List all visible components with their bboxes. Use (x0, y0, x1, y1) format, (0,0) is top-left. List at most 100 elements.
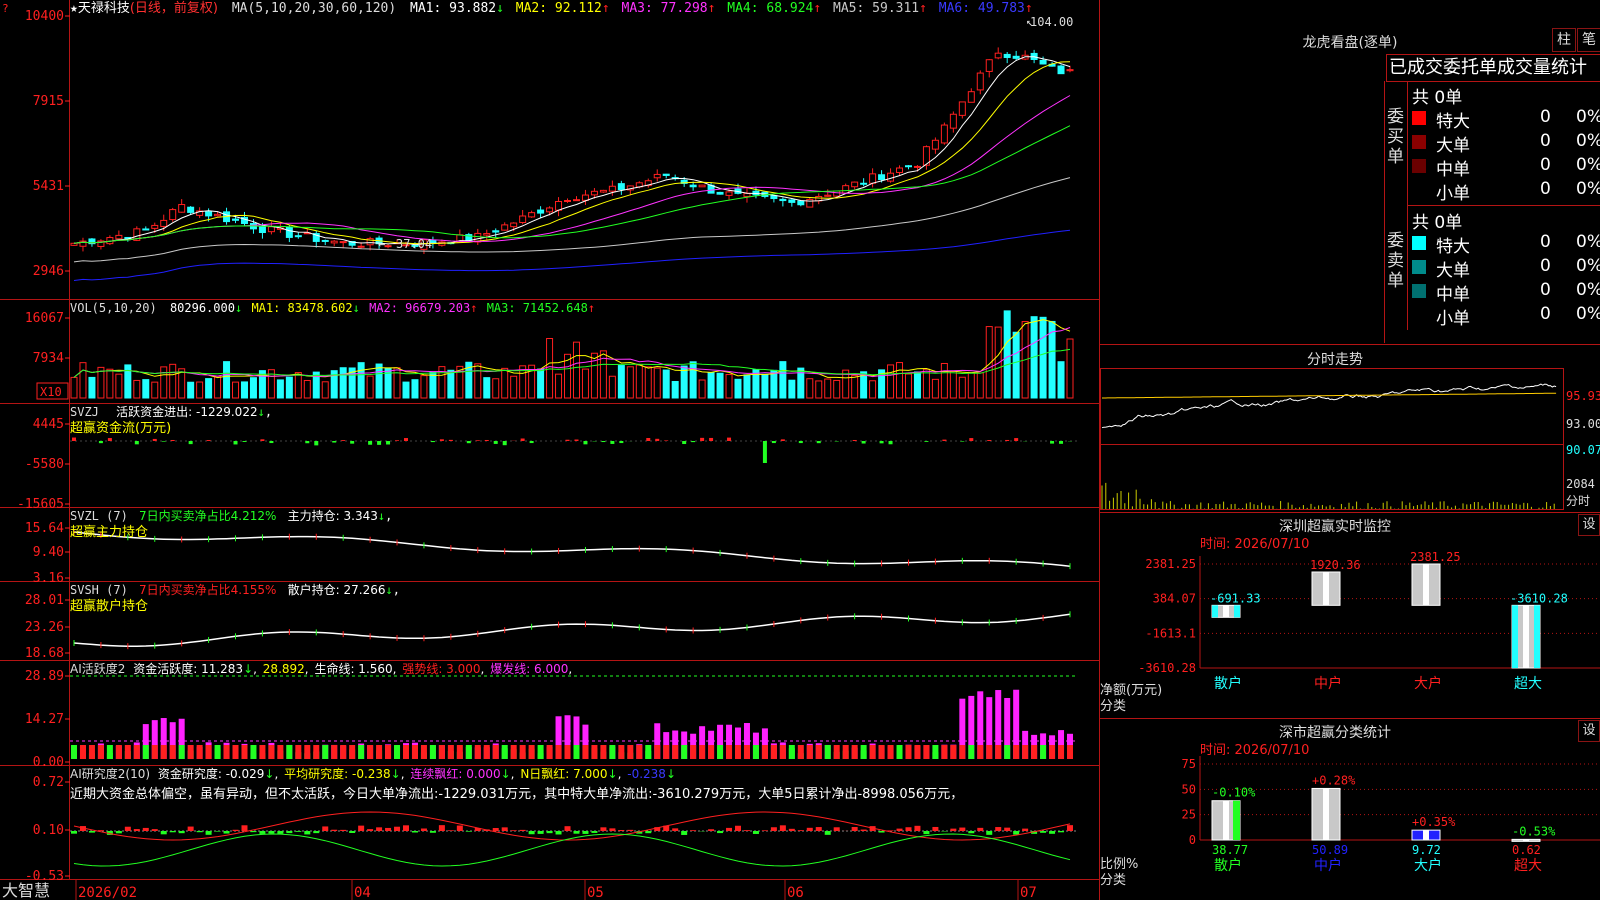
candle (581, 194, 589, 201)
activity-base (1004, 745, 1011, 759)
flow-bar (852, 439, 857, 441)
y-tick-label: -1613.1 (1145, 626, 1196, 640)
bar-mode-button[interactable]: 柱 (1552, 28, 1576, 52)
svg-text:SVSH (7) 7日内买卖净占比4.155%: SVSH (7) 7日内买卖净占比4.155% 散户持仓: 27.266↓, (70, 582, 400, 597)
flow-bar (574, 439, 579, 441)
activity-base (322, 745, 329, 759)
volume-bar (743, 374, 751, 399)
row-name: 小单 (1436, 184, 1470, 204)
activity-base (1022, 745, 1029, 759)
ma-line (73, 229, 1071, 281)
research-bar (501, 827, 508, 831)
monitor-chart[interactable]: 时间: 2026/07/10 净额(万元) 分类 2381.25 384.07 -1… (1100, 534, 1600, 718)
activity-base (609, 745, 616, 759)
flow-bar (404, 438, 408, 441)
candle (555, 201, 563, 211)
buy-block: 共 0单 特大 0 0% 大单 0 0% 中单 0 0% 小单 0 0% (1407, 81, 1600, 206)
classify-chart[interactable]: 时间: 2026/07/10 比例% 分类 75 50 25 0 38.77 -0.10%… (1100, 740, 1600, 900)
row-name: 中单 (1436, 285, 1470, 305)
candle (797, 200, 805, 206)
pen-mode-button[interactable]: 笔 (1577, 28, 1600, 52)
intraday-chart[interactable]: 95.93 93.00 90.07 2084 分时 (1100, 368, 1600, 512)
row-percent: 0% (1576, 107, 1600, 127)
activity-base (699, 745, 706, 759)
y-tick-label: 28.01 (25, 593, 64, 608)
candle (985, 59, 993, 72)
svzl-panel[interactable] (73, 529, 1071, 570)
y-tick-label: -15605 (17, 497, 64, 512)
candle (258, 225, 266, 234)
research-bar (968, 831, 975, 834)
row-name: 大单 (1436, 136, 1470, 156)
activity-base (178, 745, 185, 759)
activity-base (358, 745, 365, 759)
activity-base (349, 745, 356, 759)
volume-bar (949, 370, 957, 399)
activity-base (1049, 745, 1056, 759)
change-label: +0.35% (1412, 815, 1456, 829)
row-count: 0 (1540, 155, 1551, 175)
volume-panel[interactable] (70, 310, 1074, 399)
research-bar (304, 831, 311, 835)
svzj-label: 活跃资金进出: -1229.022 (116, 404, 257, 419)
monitor-settings-button[interactable]: 设 (1578, 514, 1600, 536)
flow-bar (134, 441, 139, 445)
research-bar (743, 830, 750, 831)
svsh-panel[interactable] (73, 611, 1071, 650)
flow-bar (314, 441, 319, 446)
candle (931, 139, 939, 150)
research-bar (528, 831, 535, 835)
candle (788, 199, 796, 203)
main-chart-canvas[interactable]: 10400 7915 5431 2946 16067 7934 4445 -5580 -1560… (0, 0, 1100, 900)
svzj-panel[interactable] (70, 437, 1078, 463)
value-label: -3610.28 (1510, 591, 1568, 605)
svzl-label: 7日内买卖净占比4.212% (139, 508, 276, 523)
x-tick-label: 06 (787, 885, 804, 900)
flow-bar (583, 441, 588, 445)
research-bar (277, 831, 284, 834)
svsh-subtitle: 超赢散户持仓 (70, 598, 148, 614)
ai-activity-panel[interactable] (70, 675, 1078, 759)
activity-base (124, 745, 131, 759)
candle (501, 224, 509, 231)
candle (510, 222, 518, 228)
svsh-hold: 散户持仓: 27.266 (288, 582, 386, 597)
volume-bar (707, 372, 715, 399)
activity-base (896, 745, 903, 759)
activity-base (995, 745, 1002, 759)
volume-bar (896, 362, 904, 399)
classify-settings-button[interactable]: 设 (1578, 720, 1600, 742)
research-bar (420, 828, 427, 831)
value-label: 2381.25 (1410, 550, 1461, 564)
activity-base (690, 745, 697, 759)
research-bar (205, 831, 212, 835)
flow-bar (762, 441, 767, 463)
y-tick-label: 384.07 (1153, 592, 1196, 606)
y-tick-label: 25 (1182, 808, 1196, 822)
stock-name: 天禄科技 (78, 1, 130, 16)
research-bar (824, 831, 831, 835)
volume-bar (474, 363, 482, 399)
candle (653, 173, 661, 179)
bar-accent (1212, 605, 1218, 618)
volume-bar (725, 374, 733, 399)
ai-research-panel[interactable] (70, 811, 1078, 867)
candle (617, 183, 625, 191)
row-name: 小单 (1436, 309, 1470, 329)
svg-text:VOL(5,10,20) 80296.000↓: VOL(5,10,20) 80296.000↓ MA1: 83478.602↓ … (70, 301, 595, 315)
intraday-tick-mid: 93.00 (1566, 417, 1600, 431)
flow-bar (942, 439, 947, 441)
period-label: (日线，前复权) (130, 0, 218, 16)
flow-bar (1014, 438, 1019, 441)
volume-bar (940, 362, 948, 399)
volume-bar (913, 371, 921, 399)
candlestick-panel[interactable] (70, 47, 1074, 281)
y-tick-label: -3610.28 (1138, 661, 1196, 675)
activity-base (295, 745, 302, 759)
activity-base (627, 745, 634, 759)
volume-bar (124, 364, 132, 399)
volume-bar (205, 378, 213, 399)
row-name: 大单 (1436, 261, 1470, 281)
svzl-line (73, 531, 1071, 567)
candle (1066, 69, 1074, 72)
